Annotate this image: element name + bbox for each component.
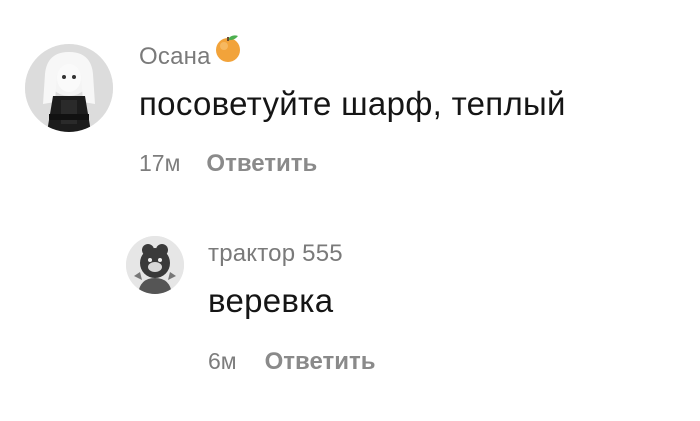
comment-text: посоветуйте шарф, теплый [139,85,566,122]
reply-text: веревка [208,282,334,319]
orange-fruit-icon [213,33,243,68]
reply-avatar[interactable] [126,236,184,294]
comment-time: 17м [139,150,181,176]
author-name[interactable]: Осана [139,43,211,71]
reply-time: 6м [208,348,237,374]
reply-meta: 6м Ответить [208,348,376,376]
avatar[interactable] [25,44,113,132]
author-line: Осана [139,35,243,74]
reply-button[interactable]: Ответить [206,150,317,178]
comment-meta: 17м Ответить [139,150,317,178]
reply-author-name[interactable]: трактор 555 [208,240,343,268]
reply-comment: трактор 555 веревка 6м Ответить [0,200,700,400]
comment: Осана посоветуйте шарф, теплый 17м Ответ… [0,0,700,200]
reply-reply-button[interactable]: Ответить [265,348,376,376]
reply-author-line: трактор 555 [208,240,343,268]
